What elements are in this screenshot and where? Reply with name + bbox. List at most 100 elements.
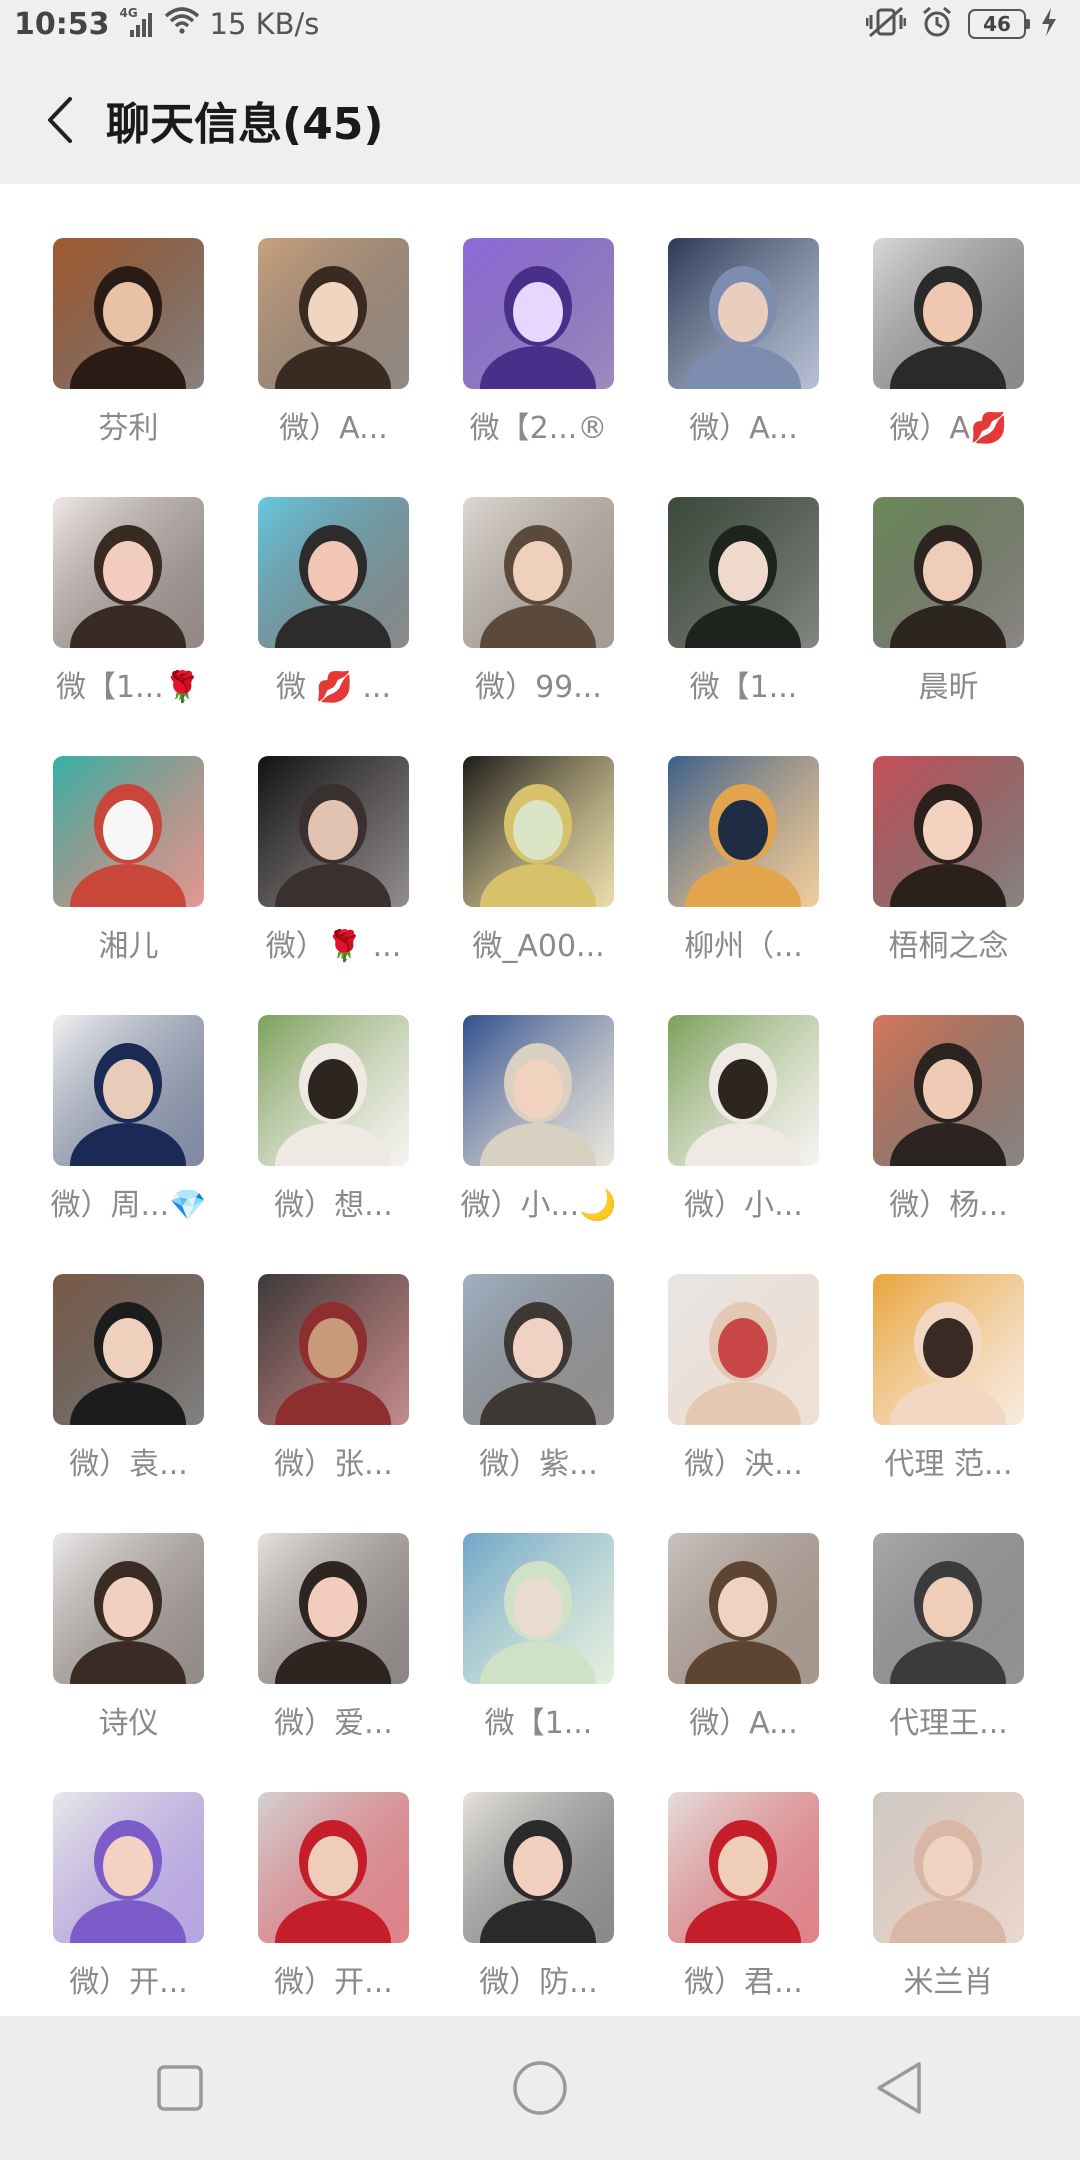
member-avatar[interactable] (258, 1274, 409, 1425)
battery-level: 46 (983, 12, 1011, 36)
member-item[interactable]: 微）紫... (436, 1274, 641, 1504)
member-item[interactable]: 微）想... (231, 1015, 436, 1245)
member-avatar[interactable] (258, 1533, 409, 1684)
member-item[interactable]: 代理王... (846, 1533, 1051, 1763)
member-item[interactable]: 微）爱... (231, 1533, 436, 1763)
home-button[interactable] (490, 2038, 590, 2138)
member-item[interactable]: 微）周...💎 (26, 1015, 231, 1245)
network-speed: 15 KB/s (209, 7, 320, 41)
member-item[interactable]: 晨昕 (846, 497, 1051, 727)
charging-icon (1040, 7, 1058, 41)
member-item[interactable]: 微【2...® (436, 238, 641, 468)
member-item[interactable]: 微）张... (231, 1274, 436, 1504)
member-name: 微）爱... (274, 1706, 393, 1741)
member-avatar[interactable] (873, 756, 1024, 907)
network-label: 4G (119, 6, 138, 20)
member-item[interactable]: 诗仪 (26, 1533, 231, 1763)
member-name: 微）泱... (684, 1447, 803, 1482)
member-avatar[interactable] (258, 497, 409, 648)
member-name: 湘儿 (98, 929, 159, 964)
member-item[interactable]: 微_A00... (436, 756, 641, 986)
member-item[interactable]: 微）A... (641, 238, 846, 468)
member-avatar[interactable] (873, 238, 1024, 389)
member-avatar[interactable] (53, 756, 204, 907)
member-item[interactable]: 微）袁... (26, 1274, 231, 1504)
member-avatar[interactable] (53, 1792, 204, 1943)
member-avatar[interactable] (873, 1274, 1024, 1425)
member-item[interactable]: 微【1... (436, 1533, 641, 1763)
member-name: 微【1...🌹 (55, 670, 202, 705)
member-item[interactable]: 米兰肖 (846, 1792, 1051, 2022)
chevron-left-icon (48, 97, 72, 143)
header: 聊天信息(45) (0, 56, 1080, 184)
member-item[interactable]: 芬利 (26, 238, 231, 468)
back-nav-button[interactable] (850, 2038, 950, 2138)
member-avatar[interactable] (668, 1015, 819, 1166)
member-avatar[interactable] (873, 1533, 1024, 1684)
member-avatar[interactable] (463, 1533, 614, 1684)
member-avatar[interactable] (258, 1792, 409, 1943)
member-avatar[interactable] (668, 238, 819, 389)
member-avatar[interactable] (53, 1015, 204, 1166)
system-nav-bar (0, 2016, 1080, 2160)
member-name: 微）A... (689, 411, 798, 446)
member-item[interactable]: 微 💋 ... (231, 497, 436, 727)
member-avatar[interactable] (258, 756, 409, 907)
member-avatar[interactable] (668, 1792, 819, 1943)
member-item[interactable]: 微）防... (436, 1792, 641, 2022)
circle-icon (513, 2061, 567, 2115)
member-name: 微）🌹 ... (265, 929, 402, 964)
member-item[interactable]: 微）🌹 ... (231, 756, 436, 986)
member-avatar[interactable] (53, 497, 204, 648)
member-avatar[interactable] (463, 1274, 614, 1425)
member-item[interactable]: 微）小...🌙 (436, 1015, 641, 1245)
member-avatar[interactable] (668, 1533, 819, 1684)
cellular-signal-icon: 4G (120, 6, 154, 38)
member-name: 柳州（... (684, 929, 803, 964)
member-avatar[interactable] (258, 238, 409, 389)
member-item[interactable]: 微【1... (641, 497, 846, 727)
status-left: 10:53 4G 15 KB/s (14, 6, 319, 42)
member-avatar[interactable] (463, 756, 614, 907)
member-item[interactable]: 微）开... (231, 1792, 436, 2022)
member-avatar[interactable] (668, 1274, 819, 1425)
member-item[interactable]: 湘儿 (26, 756, 231, 986)
member-avatar[interactable] (258, 1015, 409, 1166)
battery-indicator: 46 (968, 9, 1030, 39)
member-avatar[interactable] (873, 1792, 1024, 1943)
member-name: 微）袁... (69, 1447, 188, 1482)
triangle-back-icon (877, 2062, 921, 2114)
member-item[interactable]: 微）君... (641, 1792, 846, 2022)
member-item[interactable]: 代理 范... (846, 1274, 1051, 1504)
member-avatar[interactable] (873, 1015, 1024, 1166)
member-avatar[interactable] (873, 497, 1024, 648)
member-avatar[interactable] (463, 1792, 614, 1943)
member-item[interactable]: 微）A💋 (846, 238, 1051, 468)
member-avatar[interactable] (463, 1015, 614, 1166)
member-item[interactable]: 微）小... (641, 1015, 846, 1245)
member-item[interactable]: 微）泱... (641, 1274, 846, 1504)
member-name: 微）周...💎 (50, 1188, 207, 1223)
member-avatar[interactable] (463, 497, 614, 648)
recent-apps-button[interactable] (130, 2038, 230, 2138)
member-item[interactable]: 微）A... (641, 1533, 846, 1763)
member-item[interactable]: 柳州（... (641, 756, 846, 986)
member-avatar[interactable] (53, 238, 204, 389)
member-avatar[interactable] (53, 1274, 204, 1425)
member-item[interactable]: 微）99... (436, 497, 641, 727)
member-avatar[interactable] (463, 238, 614, 389)
member-avatar[interactable] (53, 1533, 204, 1684)
member-avatar[interactable] (668, 756, 819, 907)
member-item[interactable]: 微）杨... (846, 1015, 1051, 1245)
member-name: 微）小... (684, 1188, 803, 1223)
member-item[interactable]: 梧桐之念 (846, 756, 1051, 986)
member-name: 微）A... (279, 411, 388, 446)
member-item[interactable]: 微【1...🌹 (26, 497, 231, 727)
member-item[interactable]: 微）开... (26, 1792, 231, 2022)
vibrate-mode-icon (865, 6, 907, 42)
back-button[interactable] (28, 88, 92, 152)
member-item[interactable]: 微）A... (231, 238, 436, 468)
member-avatar[interactable] (668, 497, 819, 648)
wifi-icon (164, 6, 200, 42)
member-name: 微）张... (274, 1447, 393, 1482)
